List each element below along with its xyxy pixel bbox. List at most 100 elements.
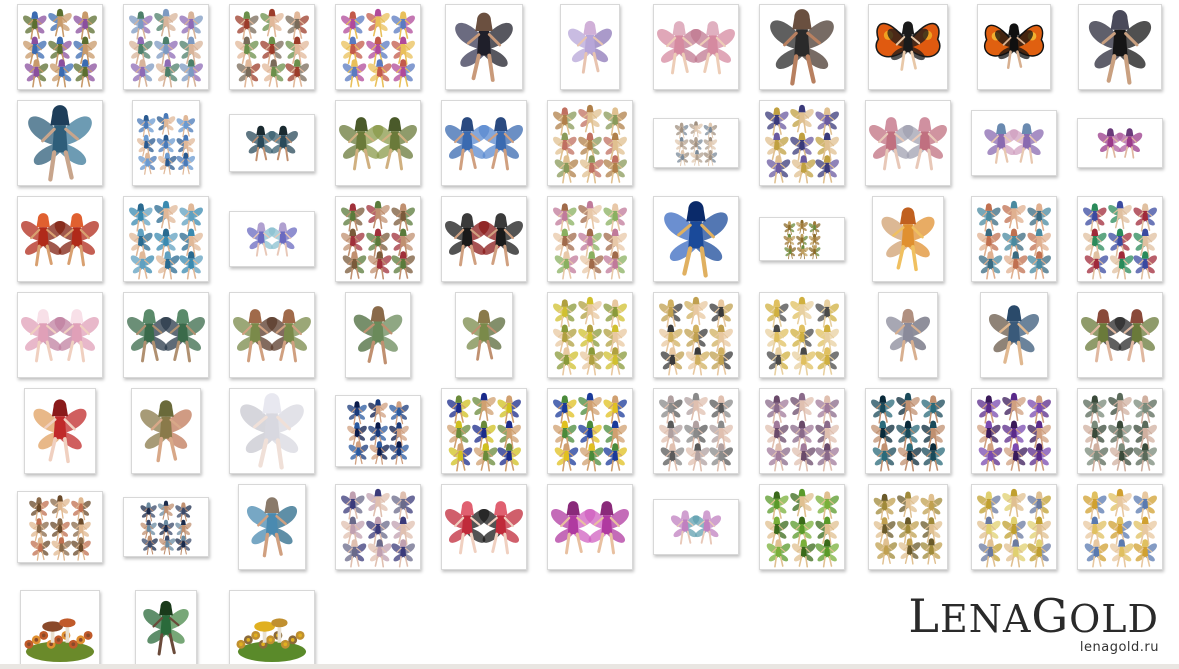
fairy-figure	[815, 107, 839, 136]
gallery-thumbnail[interactable]	[759, 388, 845, 474]
gallery-thumbnail[interactable]	[977, 4, 1051, 90]
thumbnail-image	[553, 392, 627, 472]
gallery-thumbnail[interactable]	[229, 590, 315, 666]
gallery-thumbnail[interactable]	[24, 388, 96, 474]
fairy-figure	[366, 488, 390, 518]
gallery-thumbnail[interactable]	[123, 497, 209, 557]
thumbnail-image	[29, 495, 91, 561]
gallery-thumbnail[interactable]	[547, 484, 633, 570]
gallery-thumbnail[interactable]	[17, 292, 103, 378]
gallery-thumbnail[interactable]	[872, 196, 944, 282]
gallery-thumbnail[interactable]	[441, 484, 527, 570]
fairy-figure	[478, 501, 523, 555]
gallery-thumbnail[interactable]	[441, 388, 527, 474]
fairy-figure	[977, 395, 1001, 424]
gallery-thumbnail[interactable]	[229, 114, 315, 172]
gallery-thumbnail[interactable]	[17, 196, 103, 282]
gallery-thumbnail[interactable]	[441, 196, 527, 282]
fairy-figure	[156, 113, 176, 136]
fairy-figure	[692, 510, 722, 545]
gallery-thumbnail[interactable]	[865, 100, 951, 186]
gallery-thumbnail[interactable]	[20, 590, 100, 666]
gallery-thumbnail[interactable]	[1077, 388, 1163, 474]
fairy-figure	[268, 125, 298, 162]
gallery-thumbnail[interactable]	[123, 4, 209, 90]
fairy-figure	[815, 539, 839, 568]
gallery-thumbnail[interactable]	[653, 118, 739, 168]
gallery-thumbnail[interactable]	[759, 100, 845, 186]
gallery-thumbnail[interactable]	[335, 196, 421, 282]
gallery-thumbnail[interactable]	[759, 217, 845, 261]
gallery-thumbnail[interactable]	[131, 388, 201, 474]
gallery-thumbnail[interactable]	[547, 100, 633, 186]
gallery-thumbnail[interactable]	[335, 395, 421, 467]
gallery-thumbnail[interactable]	[335, 100, 421, 186]
gallery-thumbnail[interactable]	[335, 484, 421, 570]
gallery-thumbnail[interactable]	[759, 292, 845, 378]
gallery-thumbnail[interactable]	[547, 292, 633, 378]
gallery-thumbnail[interactable]	[759, 484, 845, 570]
thumbnail-image	[869, 117, 947, 171]
fairy-figure	[266, 309, 311, 363]
gallery-thumbnail[interactable]	[238, 484, 306, 570]
gallery-thumbnail[interactable]	[653, 388, 739, 474]
logo-letters-rest: OLD	[1069, 597, 1159, 641]
gallery-thumbnail[interactable]	[980, 292, 1048, 378]
gallery-thumbnail[interactable]	[1077, 196, 1163, 282]
thumbnail-image	[127, 309, 205, 363]
gallery-thumbnail[interactable]	[971, 484, 1057, 570]
gallery-thumbnail[interactable]	[560, 4, 620, 90]
gallery-thumbnail[interactable]	[17, 4, 103, 90]
gallery-thumbnail[interactable]	[345, 292, 411, 378]
fairy-figure	[391, 491, 415, 520]
gallery-thumbnail[interactable]	[445, 4, 523, 90]
fairy-figure	[389, 401, 409, 425]
gallery-thumbnail[interactable]	[455, 292, 513, 378]
fairy-figure	[1084, 251, 1109, 280]
gallery-thumbnail[interactable]	[547, 388, 633, 474]
fairy-figure	[447, 395, 471, 424]
gallery-thumbnail[interactable]	[653, 292, 739, 378]
thumbnail-image	[240, 393, 304, 470]
fairy-figure	[367, 59, 392, 88]
gallery-thumbnail[interactable]	[135, 590, 197, 666]
fairy-figure	[1114, 309, 1159, 363]
fairy-figure	[603, 107, 627, 136]
gallery-thumbnail[interactable]	[1078, 4, 1162, 90]
fairy-figure	[873, 493, 896, 521]
gallery-thumbnail[interactable]	[653, 196, 739, 282]
gallery-thumbnail[interactable]	[335, 4, 421, 90]
gallery-thumbnail[interactable]	[229, 388, 315, 474]
fairy-figure	[1027, 491, 1051, 520]
gallery-thumbnail[interactable]	[17, 100, 103, 186]
fairy-figure	[54, 213, 99, 267]
gallery-thumbnail[interactable]	[1077, 292, 1163, 378]
fairy-figure	[984, 123, 1019, 164]
gallery-thumbnail[interactable]	[229, 4, 315, 90]
fairy-figure	[246, 125, 276, 162]
fairy-figure	[285, 11, 309, 40]
gallery-thumbnail[interactable]	[971, 388, 1057, 474]
gallery-thumbnail[interactable]	[229, 292, 315, 378]
gallery-thumbnail[interactable]	[971, 110, 1057, 176]
gallery-thumbnail[interactable]	[971, 196, 1057, 282]
gallery-thumbnail[interactable]	[1077, 484, 1163, 570]
fairy-figure	[1027, 539, 1051, 568]
gallery-thumbnail[interactable]	[759, 4, 845, 90]
gallery-thumbnail[interactable]	[547, 196, 633, 282]
gallery-thumbnail[interactable]	[878, 292, 938, 378]
fairy-figure	[268, 222, 298, 257]
gallery-thumbnail[interactable]	[229, 211, 315, 267]
gallery-thumbnail[interactable]	[868, 4, 948, 90]
gallery-thumbnail[interactable]	[868, 484, 948, 570]
gallery-thumbnail[interactable]	[123, 196, 209, 282]
gallery-thumbnail[interactable]	[17, 491, 103, 563]
fairy-figure	[143, 600, 189, 656]
gallery-thumbnail[interactable]	[865, 388, 951, 474]
gallery-thumbnail[interactable]	[653, 499, 739, 555]
gallery-thumbnail[interactable]	[441, 100, 527, 186]
gallery-thumbnail[interactable]	[132, 100, 200, 186]
gallery-thumbnail[interactable]	[653, 4, 739, 90]
gallery-thumbnail[interactable]	[1077, 118, 1163, 168]
gallery-thumbnail[interactable]	[123, 292, 209, 378]
